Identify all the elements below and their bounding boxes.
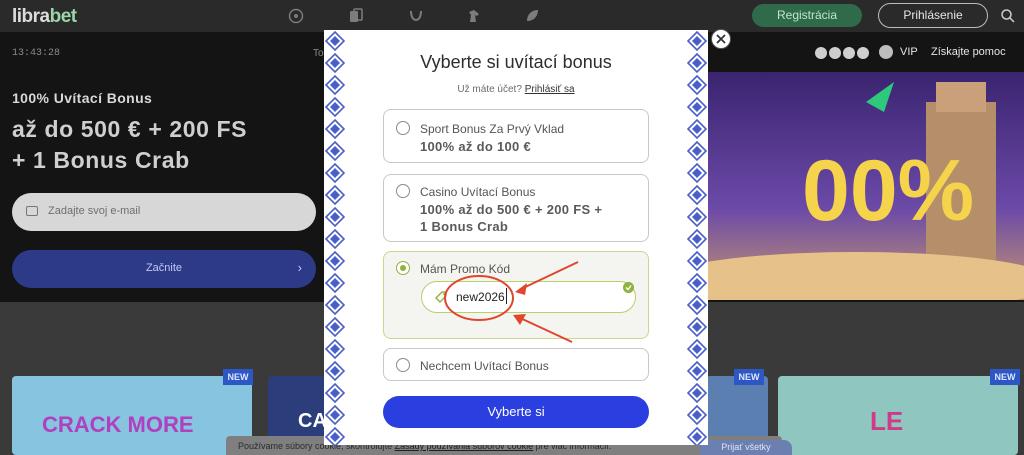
envelope-icon (26, 206, 38, 216)
option-subtitle-line-1: 100% až do 500 € + 200 FS + (420, 202, 603, 217)
choose-bonus-button[interactable]: Vyberte si (383, 396, 649, 428)
crypto-coins-icon (815, 47, 869, 59)
check-icon (623, 282, 634, 293)
soccer-ball-icon[interactable] (288, 8, 304, 24)
banner-percent-text: 00% (802, 143, 975, 239)
decorative-border-left (324, 30, 346, 445)
option-subtitle: 100% až do 100 € (420, 139, 532, 154)
modal-title: Vyberte si uvítací bonus (420, 52, 612, 72)
promo-code-value: new2026 (456, 290, 505, 304)
game-tile[interactable]: LE (778, 376, 1018, 455)
register-button[interactable]: Registrácia (752, 4, 862, 27)
email-placeholder: Zadajte svoj e-mail (48, 205, 141, 217)
hero-cut-text: To (313, 48, 324, 59)
promo-banner-image: 00% (706, 72, 1024, 300)
bonus-option-none[interactable]: Nechcem Uvítací Bonus (383, 348, 649, 381)
game-tile-title: LE (870, 406, 904, 436)
welcome-bonus-offer: až do 500 € + 200 FS + 1 Bonus Crab (12, 114, 332, 176)
tag-icon (435, 291, 447, 303)
clock-display: 13:43:28 (12, 48, 61, 59)
logo-accent-text: bet (49, 6, 78, 27)
horseshoe-icon[interactable] (408, 8, 424, 24)
top-navigation-bar: librabet Registrácia Prihlásenie (0, 0, 1024, 32)
login-button[interactable]: Prihlásenie (878, 3, 988, 28)
option-title: Casino Uvítací Bonus (420, 185, 536, 199)
email-field[interactable]: Zadajte svoj e-mail (12, 193, 316, 231)
bonus-option-sport[interactable]: Sport Bonus Za Prvý Vklad 100% až do 100… (383, 109, 649, 163)
accept-cookies-button[interactable]: Prijať všetky (700, 440, 792, 455)
cards-icon[interactable] (348, 8, 364, 24)
game-tile-title: CRACK MORE (42, 412, 194, 437)
bonus-option-promo-code[interactable]: Mám Promo Kód new2026 (383, 251, 649, 339)
sport-category-icons (288, 8, 548, 24)
welcome-bonus-modal: Vyberte si uvítací bonus Už máte účet? P… (324, 30, 708, 445)
text-cursor (506, 288, 507, 304)
radio-button[interactable] (396, 358, 410, 372)
bonus-offer-line-1: až do 500 € + 200 FS (12, 116, 248, 142)
logo-main-text: libra (12, 6, 50, 27)
horse-icon[interactable] (466, 8, 482, 24)
new-badge: NEW (990, 369, 1020, 385)
login-link[interactable]: Prihlásiť sa (525, 84, 575, 95)
librabet-logo[interactable]: librabet (12, 6, 77, 28)
promo-code-input[interactable]: new2026 (421, 281, 636, 313)
chevron-right-icon: › (297, 260, 302, 275)
radio-button[interactable] (396, 121, 410, 135)
game-tile[interactable]: CRACK MORE (12, 376, 252, 455)
option-title: Mám Promo Kód (420, 262, 511, 276)
decorative-border-right (686, 30, 708, 445)
new-badge: NEW (223, 369, 253, 385)
start-button-label: Začnite (145, 262, 183, 274)
search-icon[interactable] (1000, 8, 1016, 24)
game-tile-title: CA (298, 410, 327, 432)
rocket-icon[interactable] (524, 8, 540, 24)
account-prompt: Už máte účet? Prihlásiť sa (346, 84, 686, 95)
help-link[interactable]: Získajte pomoc (931, 46, 1006, 58)
bonus-option-casino[interactable]: Casino Uvítací Bonus 100% až do 500 € + … (383, 174, 649, 242)
close-icon (716, 34, 726, 44)
welcome-bonus-heading: 100% Uvítací Bonus (12, 90, 153, 106)
option-title: Sport Bonus Za Prvý Vklad (420, 122, 565, 136)
start-button[interactable]: Začnite › (12, 250, 316, 288)
radio-button-selected[interactable] (396, 261, 410, 275)
radio-button[interactable] (396, 184, 410, 198)
bonus-offer-line-2: + 1 Bonus Crab (12, 147, 190, 173)
option-title: Nechcem Uvítací Bonus (420, 359, 549, 373)
option-subtitle-line-2: 1 Bonus Crab (420, 219, 509, 234)
close-modal-button[interactable] (711, 29, 731, 49)
new-badge: NEW (734, 369, 764, 385)
account-question: Už máte účet? (457, 84, 522, 95)
vip-link[interactable]: VIP (900, 46, 918, 58)
globe-icon[interactable] (879, 45, 893, 59)
